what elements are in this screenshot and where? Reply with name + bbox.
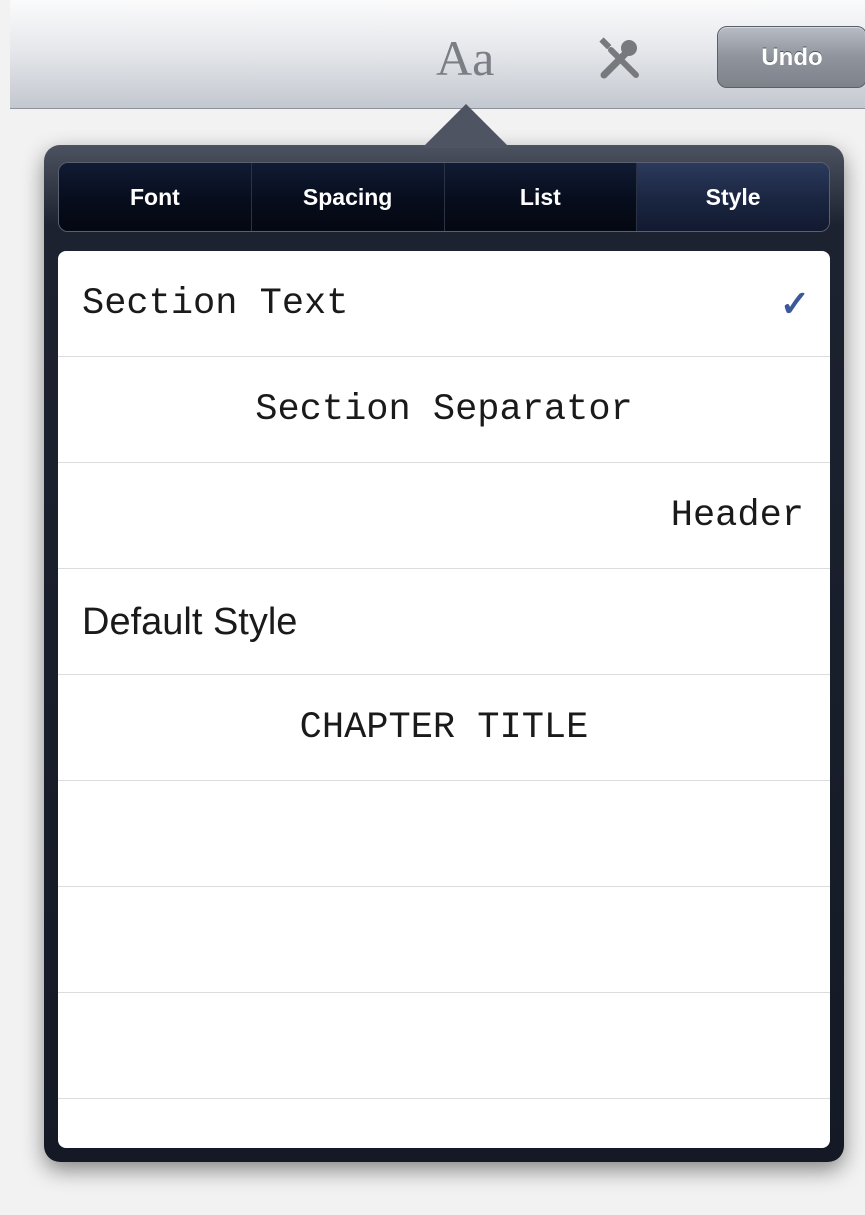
style-list: Section Text ✓ Section Separator Header … (58, 251, 830, 1148)
style-item-label: Section Separator (255, 389, 633, 431)
tab-list[interactable]: List (444, 163, 638, 231)
style-item-label: Header (670, 495, 804, 537)
style-item-header[interactable]: Header (58, 463, 830, 569)
empty-row (58, 1099, 830, 1148)
style-item-label: Section Text (82, 283, 349, 325)
empty-row (58, 993, 830, 1099)
top-toolbar: Aa Undo (10, 0, 865, 109)
style-popover: Font Spacing List Style Section Text ✓ S… (44, 145, 844, 1162)
tab-font[interactable]: Font (59, 163, 252, 231)
style-item-label: CHAPTER TITLE (299, 707, 589, 749)
popover-arrow (422, 104, 510, 148)
style-item-label: Default Style (82, 601, 298, 643)
empty-row (58, 781, 830, 887)
style-item-chapter-title[interactable]: CHAPTER TITLE (58, 675, 830, 781)
wrench-screwdriver-icon[interactable] (595, 34, 645, 84)
style-item-section-separator[interactable]: Section Separator (58, 357, 830, 463)
font-format-icon[interactable]: Aa (436, 30, 494, 86)
empty-row (58, 887, 830, 993)
tab-spacing[interactable]: Spacing (251, 163, 445, 231)
style-item-default-style[interactable]: Default Style (58, 569, 830, 675)
checkmark-icon: ✓ (779, 283, 810, 324)
style-item-section-text[interactable]: Section Text ✓ (58, 251, 830, 357)
undo-button[interactable]: Undo (717, 26, 865, 88)
tab-style[interactable]: Style (637, 163, 829, 231)
format-tabs: Font Spacing List Style (58, 162, 830, 232)
